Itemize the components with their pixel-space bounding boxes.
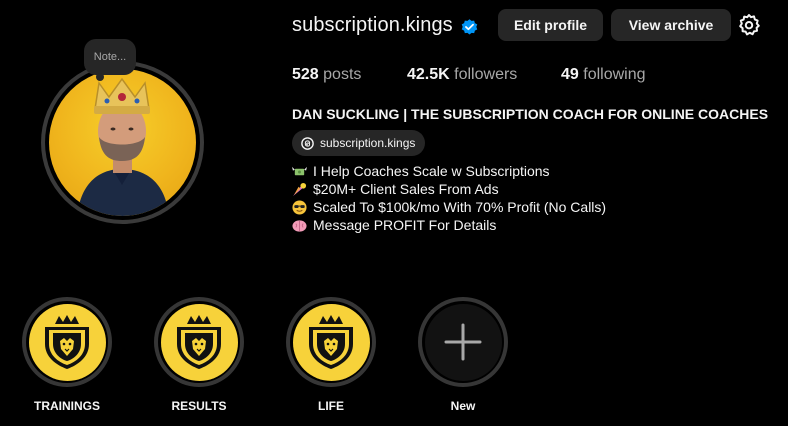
settings-gear-icon[interactable] <box>737 13 761 37</box>
profile-full-name: DAN SUCKLING | THE SUBSCRIPTION COACH FO… <box>292 106 769 122</box>
following-link[interactable]: 49 following <box>561 66 646 84</box>
followers-link[interactable]: 42.5K followers <box>407 66 517 84</box>
note-placeholder: Note... <box>93 51 127 63</box>
following-number: 49 <box>561 66 579 83</box>
edit-profile-button[interactable]: Edit profile <box>498 9 603 41</box>
profile-avatar[interactable] <box>41 61 204 224</box>
threads-icon <box>301 136 314 150</box>
bio-text: $20M+ Client Sales From Ads <box>313 181 499 197</box>
lion-crest-icon <box>45 315 89 369</box>
highlight-label: RESULTS <box>171 399 227 413</box>
highlight-life[interactable]: LIFE <box>286 297 376 413</box>
sunglasses-emoji-icon <box>292 199 307 215</box>
followers-label: followers <box>454 66 518 83</box>
threads-handle: subscription.kings <box>320 136 416 150</box>
avatar-photo <box>49 69 196 216</box>
posts-label: posts <box>323 66 362 83</box>
bio-line: I Help Coaches Scale w Subscriptions <box>292 162 606 180</box>
bio-line: $20M+ Client Sales From Ads <box>292 180 606 198</box>
bio-line: Scaled To $100k/mo With 70% Profit (No C… <box>292 198 606 216</box>
highlight-trainings[interactable]: TRAININGS <box>22 297 112 413</box>
highlight-results[interactable]: RESULTS <box>154 297 244 413</box>
note-bubble[interactable]: Note... <box>84 39 136 81</box>
new-highlight-button[interactable]: New <box>418 297 508 413</box>
highlight-label: New <box>450 399 476 413</box>
person-with-crown-illustration <box>77 77 169 216</box>
threads-link[interactable]: subscription.kings <box>292 130 426 156</box>
bio-text: Scaled To $100k/mo With 70% Profit (No C… <box>313 199 607 215</box>
profile-username: subscription.kings <box>292 14 453 36</box>
highlight-label: LIFE <box>318 399 344 413</box>
lion-crest-icon <box>177 315 221 369</box>
highlight-label: TRAININGS <box>34 399 100 413</box>
posts-count: 528 posts <box>292 66 361 84</box>
bio-text: Message PROFIT For Details <box>313 217 497 233</box>
lion-crest-icon <box>309 315 353 369</box>
following-label: following <box>583 66 646 83</box>
bio-line: Message PROFIT For Details <box>292 216 606 234</box>
verified-badge-icon <box>461 19 478 35</box>
profile-bio: I Help Coaches Scale w Subscriptions $20… <box>292 162 606 234</box>
brain-emoji-icon <box>292 219 307 232</box>
followers-number: 42.5K <box>407 66 450 83</box>
view-archive-button[interactable]: View archive <box>611 9 731 41</box>
money-wings-emoji-icon <box>292 166 307 175</box>
bio-text: I Help Coaches Scale w Subscriptions <box>313 163 550 179</box>
plus-icon <box>444 323 482 361</box>
posts-number: 528 <box>292 66 319 83</box>
comet-emoji-icon <box>292 182 307 196</box>
